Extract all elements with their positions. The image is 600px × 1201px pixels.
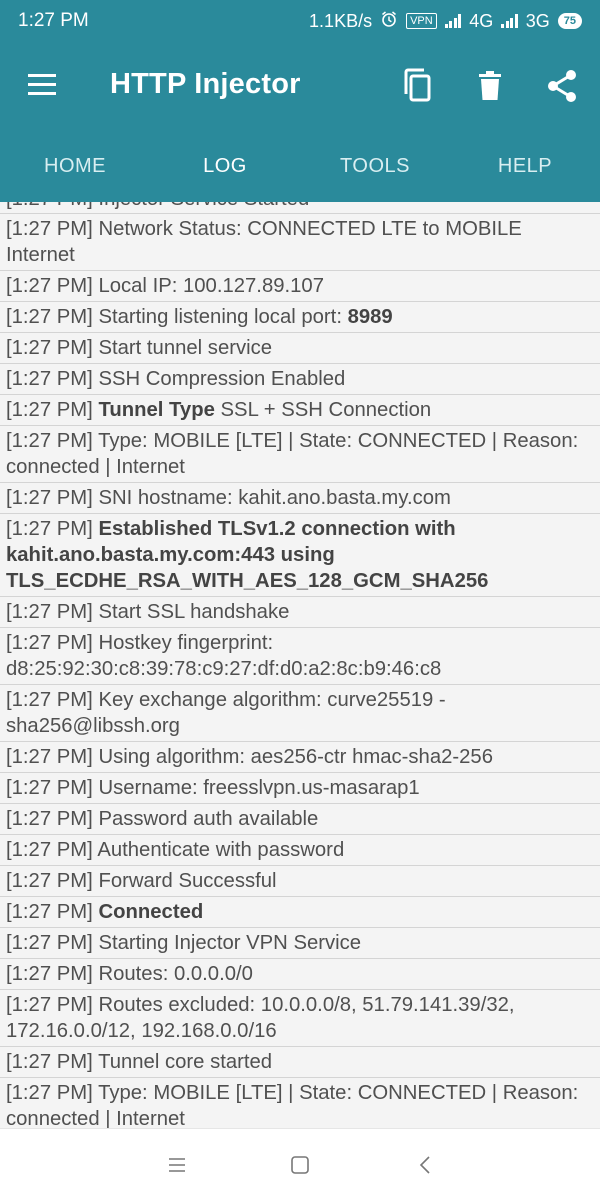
recents-icon[interactable] — [165, 1153, 189, 1177]
log-text: Starting listening local port: — [92, 306, 348, 328]
log-text: Forward Successful — [92, 870, 277, 892]
log-text-bold: Tunnel Type — [98, 399, 215, 421]
list-item: [1:27 PM] Password auth available — [0, 804, 600, 835]
list-item: [1:27 PM] Type: MOBILE [LTE] | State: CO… — [0, 426, 600, 483]
list-item: [1:27 PM] Routes excluded: 10.0.0.0/8, 5… — [0, 990, 600, 1047]
log-text-bold: 8989 — [347, 306, 393, 328]
share-icon[interactable] — [543, 66, 583, 106]
signal-icon — [501, 14, 518, 28]
log-text: SSL + SSH Connection — [214, 399, 432, 421]
log-text: Starting Injector VPN Service — [92, 932, 362, 954]
log-time: [1:27 PM] — [6, 218, 93, 240]
list-item: [1:27 PM] Connected — [0, 897, 600, 928]
log-time: [1:27 PM] — [6, 518, 93, 540]
log-time: [1:27 PM] — [6, 337, 93, 359]
log-time: [1:27 PM] — [6, 901, 93, 923]
trash-icon[interactable] — [470, 66, 510, 106]
log-text: Using algorithm: aes256-ctr hmac-sha2-25… — [92, 746, 493, 768]
list-item: [1:27 PM] Authenticate with password — [0, 835, 600, 866]
menu-icon[interactable] — [28, 74, 56, 96]
vpn-badge: VPN — [406, 13, 437, 29]
list-item: [1:27 PM] Forward Successful — [0, 866, 600, 897]
list-item: [1:27 PM] Starting listening local port:… — [0, 302, 600, 333]
log-text: Password auth available — [92, 808, 319, 830]
log-time: [1:27 PM] — [6, 601, 93, 623]
back-icon[interactable] — [414, 1153, 438, 1177]
list-item: [1:27 PM] Username: freesslvpn.us-masara… — [0, 773, 600, 804]
log-text: SNI hostname: kahit.ano.basta.my.com — [92, 487, 451, 509]
log-list[interactable]: [1:27 PM] Injector Service Started [1:27… — [0, 202, 600, 1128]
list-item: [1:27 PM] Key exchange algorithm: curve2… — [0, 685, 600, 742]
battery-icon: 75 — [557, 13, 582, 29]
list-item: [1:27 PM] Tunnel Type SSL + SSH Connecti… — [0, 395, 600, 426]
log-text: Tunnel core started — [92, 1051, 273, 1073]
log-text: Start tunnel service — [92, 337, 273, 359]
network-type-2: 3G — [525, 10, 550, 31]
list-item: [1:27 PM] Established TLSv1.2 connection… — [0, 514, 600, 597]
list-item: [1:27 PM] Start tunnel service — [0, 333, 600, 364]
list-item: [1:27 PM] Hostkey fingerprint: d8:25:92:… — [0, 628, 600, 685]
list-item: [1:27 PM] Type: MOBILE [LTE] | State: CO… — [0, 1078, 600, 1128]
app-bar: HTTP Injector — [0, 42, 600, 130]
list-item: [1:27 PM] Tunnel core started — [0, 1047, 600, 1078]
list-item: [1:27 PM] SNI hostname: kahit.ano.basta.… — [0, 483, 600, 514]
list-item: [1:27 PM] Using algorithm: aes256-ctr hm… — [0, 742, 600, 773]
network-type-1: 4G — [469, 10, 494, 31]
log-text: Type: MOBILE [LTE] | State: CONNECTED | … — [6, 1082, 579, 1128]
log-time: [1:27 PM] — [6, 368, 93, 390]
log-time: [1:27 PM] — [6, 746, 93, 768]
log-time: [1:27 PM] — [6, 306, 93, 328]
log-scroll: [1:27 PM] Injector Service Started [1:27… — [0, 202, 600, 1128]
log-text: Routes: 0.0.0.0/0 — [92, 963, 253, 985]
app-title: HTTP Injector — [110, 68, 301, 100]
copy-icon[interactable] — [398, 66, 438, 106]
log-text: Start SSL handshake — [92, 601, 290, 623]
log-time: [1:27 PM] — [6, 808, 93, 830]
log-text: Type: MOBILE [LTE] | State: CONNECTED | … — [6, 430, 579, 478]
log-time: [1:27 PM] — [6, 1051, 93, 1073]
log-time: [1:27 PM] — [6, 632, 93, 654]
log-text-bold: Connected — [98, 901, 204, 923]
home-icon[interactable] — [288, 1153, 312, 1177]
log-text: [1:27 PM] Injector Service Started — [6, 202, 594, 212]
log-time: [1:27 PM] — [6, 399, 93, 421]
list-item: [1:27 PM] Local IP: 100.127.89.107 — [0, 271, 600, 302]
log-time: [1:27 PM] — [6, 994, 93, 1016]
log-time: [1:27 PM] — [6, 275, 93, 297]
log-time: [1:27 PM] — [6, 839, 93, 861]
list-item: [1:27 PM] Start SSL handshake — [0, 597, 600, 628]
list-item: [1:27 PM] Routes: 0.0.0.0/0 — [0, 959, 600, 990]
status-time: 1:27 PM — [18, 10, 89, 31]
alarm-icon — [380, 10, 398, 33]
tab-log[interactable]: LOG — [150, 130, 300, 202]
tab-help[interactable]: HELP — [450, 130, 600, 202]
list-item: [1:27 PM] Network Status: CONNECTED LTE … — [0, 214, 600, 271]
tab-tools[interactable]: TOOLS — [300, 130, 450, 202]
log-time: [1:27 PM] — [6, 487, 93, 509]
signal-icon — [444, 14, 462, 28]
log-text: SSH Compression Enabled — [92, 368, 346, 390]
log-time: [1:27 PM] — [6, 689, 93, 711]
log-text: Local IP: 100.127.89.107 — [92, 275, 324, 297]
log-time: [1:27 PM] — [6, 932, 93, 954]
status-bar: 1:27 PM 1.1KB/s VPN 4G 3G 75 — [0, 0, 600, 42]
list-item: [1:27 PM] SSH Compression Enabled — [0, 364, 600, 395]
log-time: [1:27 PM] — [6, 1082, 93, 1104]
log-time: [1:27 PM] — [6, 430, 93, 452]
log-text: Authenticate with password — [92, 839, 345, 861]
list-item: [1:27 PM] Injector Service Started — [0, 202, 600, 214]
network-speed: 1.1KB/s — [309, 10, 373, 31]
status-indicators: 1.1KB/s VPN 4G 3G 75 — [309, 10, 582, 33]
log-time: [1:27 PM] — [6, 963, 93, 985]
system-nav-bar — [0, 1128, 600, 1201]
tab-bar: HOME LOG TOOLS HELP — [0, 130, 600, 202]
log-text: Username: freesslvpn.us-masarap1 — [92, 777, 420, 799]
log-time: [1:27 PM] — [6, 870, 93, 892]
tab-home[interactable]: HOME — [0, 130, 150, 202]
log-time: [1:27 PM] — [6, 777, 93, 799]
list-item: [1:27 PM] Starting Injector VPN Service — [0, 928, 600, 959]
